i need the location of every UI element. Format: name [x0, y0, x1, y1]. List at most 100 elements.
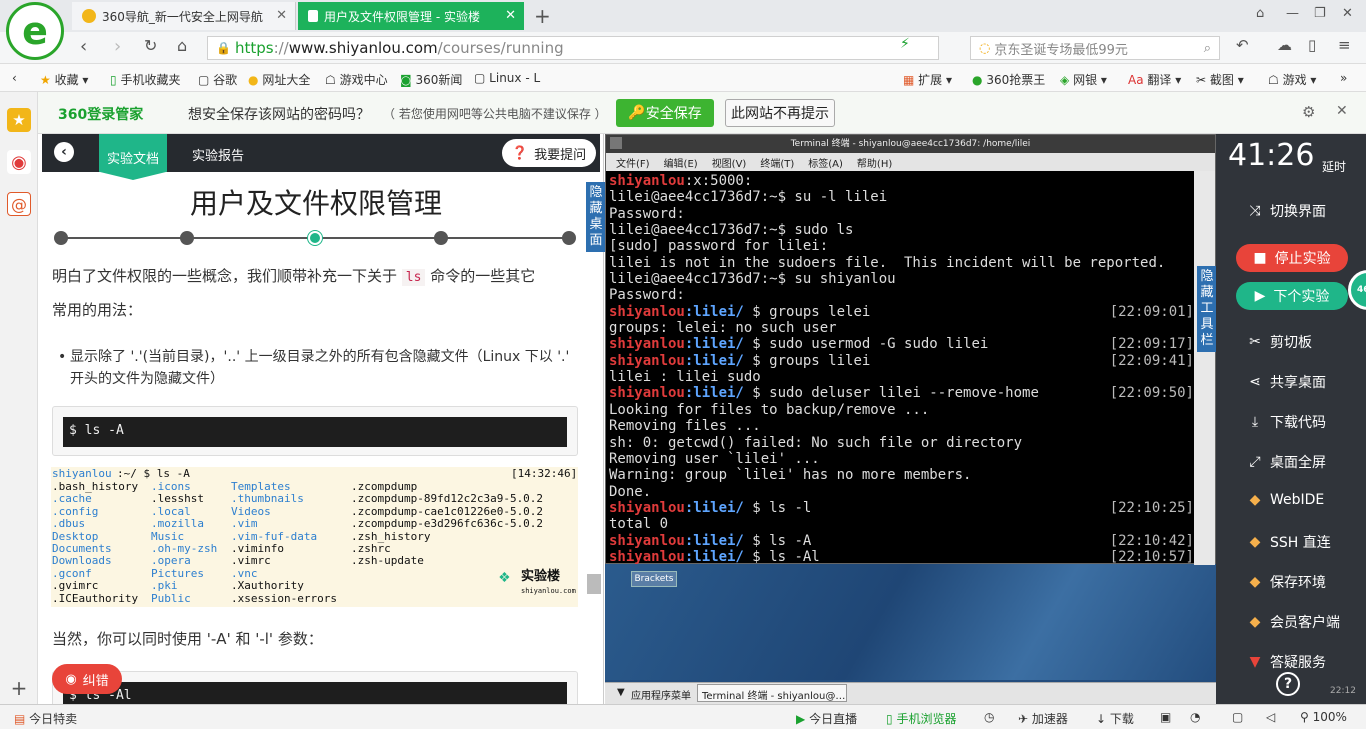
terminal-menu-item[interactable]: 编辑(E) — [664, 155, 698, 170]
daily-deals[interactable]: ▤ 今日特卖 — [14, 710, 77, 727]
speed-icon[interactable]: ⚡ — [900, 36, 910, 52]
skin-icon[interactable]: ⌂ — [1256, 6, 1264, 21]
progress-step[interactable] — [180, 231, 194, 245]
weibo-icon[interactable]: ◉ — [7, 150, 31, 174]
tab-report[interactable]: 实验报告 — [192, 145, 244, 164]
image-icon[interactable]: ▣ — [1160, 710, 1171, 724]
minimize-icon[interactable]: — — [1286, 6, 1299, 21]
delay-button[interactable]: 延时 — [1320, 158, 1348, 175]
phone-icon[interactable]: ▯ — [1308, 36, 1316, 54]
url-field[interactable]: 🔒 https://www.shiyanlou.com/courses/runn… — [207, 36, 939, 60]
forward-icon[interactable]: › — [114, 36, 121, 57]
app-menu[interactable]: 应用程序菜单 — [631, 687, 691, 702]
browser-logo[interactable]: e — [6, 2, 64, 60]
code-text[interactable]: $ ls -Al — [63, 682, 567, 704]
back-icon[interactable]: ‹ — [80, 36, 87, 57]
terminal-menu-item[interactable]: 文件(F) — [616, 155, 650, 170]
search-icon[interactable]: ⌕ — [1204, 41, 1211, 56]
bookmark-mobile[interactable]: ▯ 手机收藏夹 — [110, 71, 180, 88]
download-code-button[interactable]: ⤓ 下载代码 — [1246, 412, 1326, 432]
correct-button[interactable]: ◉ 纠错 — [52, 664, 122, 694]
mute-icon[interactable]: ◁ — [1266, 710, 1275, 724]
restore-icon[interactable]: ❐ — [1314, 6, 1326, 21]
qa-button[interactable]: ▼ 答疑服务 — [1246, 652, 1326, 672]
bookmark-sites[interactable]: ● 网址大全 — [248, 71, 310, 88]
next-lab-button[interactable]: ▶ 下个实验 — [1236, 282, 1348, 310]
progress-step[interactable] — [54, 231, 68, 245]
para-text: 明白了文件权限的一些概念，我们顺带补充一下关于 — [52, 267, 398, 285]
add-icon[interactable]: + — [7, 676, 31, 700]
history-icon[interactable]: ◷ — [984, 710, 994, 724]
help-icon[interactable]: ? — [1276, 672, 1300, 696]
terminal-menu-item[interactable]: 标签(A) — [808, 155, 843, 170]
switch-view-button[interactable]: ⤨ 切换界面 — [1246, 201, 1326, 221]
bookmark-google[interactable]: ▢ 谷歌 — [198, 71, 237, 88]
terminal-menu-item[interactable]: 终端(T) — [760, 155, 794, 170]
hide-toolbar-toggle[interactable]: 隐藏工具栏 — [1197, 266, 1217, 352]
brackets-shortcut[interactable]: Brackets — [631, 571, 677, 587]
close-icon[interactable]: ✕ — [276, 8, 287, 23]
progress-step[interactable] — [562, 231, 576, 245]
more-icon[interactable]: » — [1340, 71, 1347, 85]
today-live[interactable]: ▶ 今日直播 — [796, 710, 857, 727]
terminal-menu-item[interactable]: 视图(V) — [712, 155, 747, 170]
window-icon[interactable]: ▢ — [1232, 710, 1243, 724]
ext-games[interactable]: ☖ 游戏 ▾ — [1268, 71, 1316, 88]
sound-icon[interactable]: ◔ — [1190, 710, 1200, 724]
back-icon[interactable]: ‹ — [54, 142, 74, 162]
zoom[interactable]: ⚲ 100% — [1300, 710, 1347, 724]
clipboard-button[interactable]: ✂ 剪切板 — [1246, 332, 1312, 352]
vip-client-button[interactable]: ◆ 会员客户端 — [1246, 612, 1340, 632]
reload-icon[interactable]: ↻ — [144, 36, 157, 55]
app-menu-icon[interactable]: ▼ — [617, 687, 625, 698]
hide-desktop-toggle[interactable]: 隐藏桌面 — [586, 182, 606, 252]
star-icon[interactable]: ★ — [7, 108, 31, 132]
tab-360-nav[interactable]: 360导航_新一代安全上网导航 ✕ — [72, 2, 296, 30]
ext-bank[interactable]: ◈ 网银 ▾ — [1060, 71, 1107, 88]
ask-button[interactable]: ❓ 我要提问 — [502, 139, 596, 167]
tab-shiyanlou[interactable]: 用户及文件权限管理 - 实验楼 ✕ — [298, 2, 524, 30]
ssh-button[interactable]: ◆ SSH 直连 — [1246, 532, 1331, 552]
mobile-browser[interactable]: ▯ 手机浏览器 — [886, 710, 956, 727]
new-tab-button[interactable]: + — [534, 4, 551, 28]
save-env-button[interactable]: ◆ 保存环境 — [1246, 572, 1326, 592]
close-window-icon[interactable]: ✕ — [1342, 6, 1353, 21]
ext-translate[interactable]: Aa 翻译 ▾ — [1128, 71, 1181, 88]
progress-step-current[interactable] — [308, 231, 322, 245]
bookmark-games[interactable]: ☖ 游戏中心 — [325, 71, 388, 88]
bookmark-news[interactable]: ◙ 360新闻 — [400, 71, 462, 88]
terminal-output[interactable]: shiyanlou:x:5000: lilei@aee4cc1736d7:~$ s… — [609, 173, 1194, 565]
search-field[interactable]: ◌ 京东圣诞专场最低99元 ⌕ — [970, 36, 1220, 60]
never-prompt-button[interactable]: 此网站不再提示 — [725, 99, 835, 127]
prompt-dir: :lilei/ — [684, 499, 744, 516]
scrollbar-thumb[interactable] — [587, 574, 601, 594]
stop-lab-button[interactable]: ■ 停止实验 — [1236, 244, 1348, 272]
terminal-scrollbar[interactable] — [1194, 171, 1215, 565]
home-icon[interactable]: ⌂ — [177, 36, 187, 55]
cloud-icon[interactable]: ☁ — [1277, 36, 1292, 54]
bookmark-linux[interactable]: ▢ Linux - L — [474, 71, 540, 85]
fullscreen-button[interactable]: ⤢ 桌面全屏 — [1246, 452, 1326, 472]
downloads[interactable]: ↓ 下载 — [1096, 710, 1134, 727]
ext-tickets[interactable]: ● 360抢票王 — [972, 71, 1045, 88]
undo-icon[interactable]: ↶ — [1236, 36, 1249, 54]
progress-step[interactable] — [434, 231, 448, 245]
bookmark-label: 手机收藏夹 — [120, 73, 181, 87]
close-icon[interactable]: ✕ — [505, 8, 516, 23]
code-text[interactable]: $ ls -A — [63, 417, 567, 447]
close-icon[interactable]: ✕ — [1336, 103, 1348, 119]
email-icon[interactable]: @ — [7, 192, 31, 216]
webide-button[interactable]: ◆ WebIDE — [1246, 492, 1325, 508]
collapse-icon[interactable]: ‹ — [12, 71, 17, 85]
gear-icon[interactable]: ⚙ — [1302, 103, 1315, 121]
accelerator[interactable]: ✈ 加速器 — [1018, 710, 1068, 727]
taskbar-terminal[interactable]: Terminal 终端 - shiyanlou@… — [697, 684, 847, 702]
bookmark-favorites[interactable]: ★ 收藏 ▾ — [40, 71, 88, 88]
tab-docs[interactable]: 实验文档 — [99, 134, 167, 180]
share-desktop-button[interactable]: ⋖ 共享桌面 — [1246, 372, 1326, 392]
ext-screenshot[interactable]: ✂ 截图 ▾ — [1196, 71, 1244, 88]
menu-icon[interactable]: ≡ — [1338, 36, 1351, 54]
save-password-button[interactable]: 🔑 安全保存 — [616, 99, 714, 127]
ext-extensions[interactable]: ▦ 扩展 ▾ — [903, 71, 952, 88]
terminal-menu-item[interactable]: 帮助(H) — [857, 155, 892, 170]
